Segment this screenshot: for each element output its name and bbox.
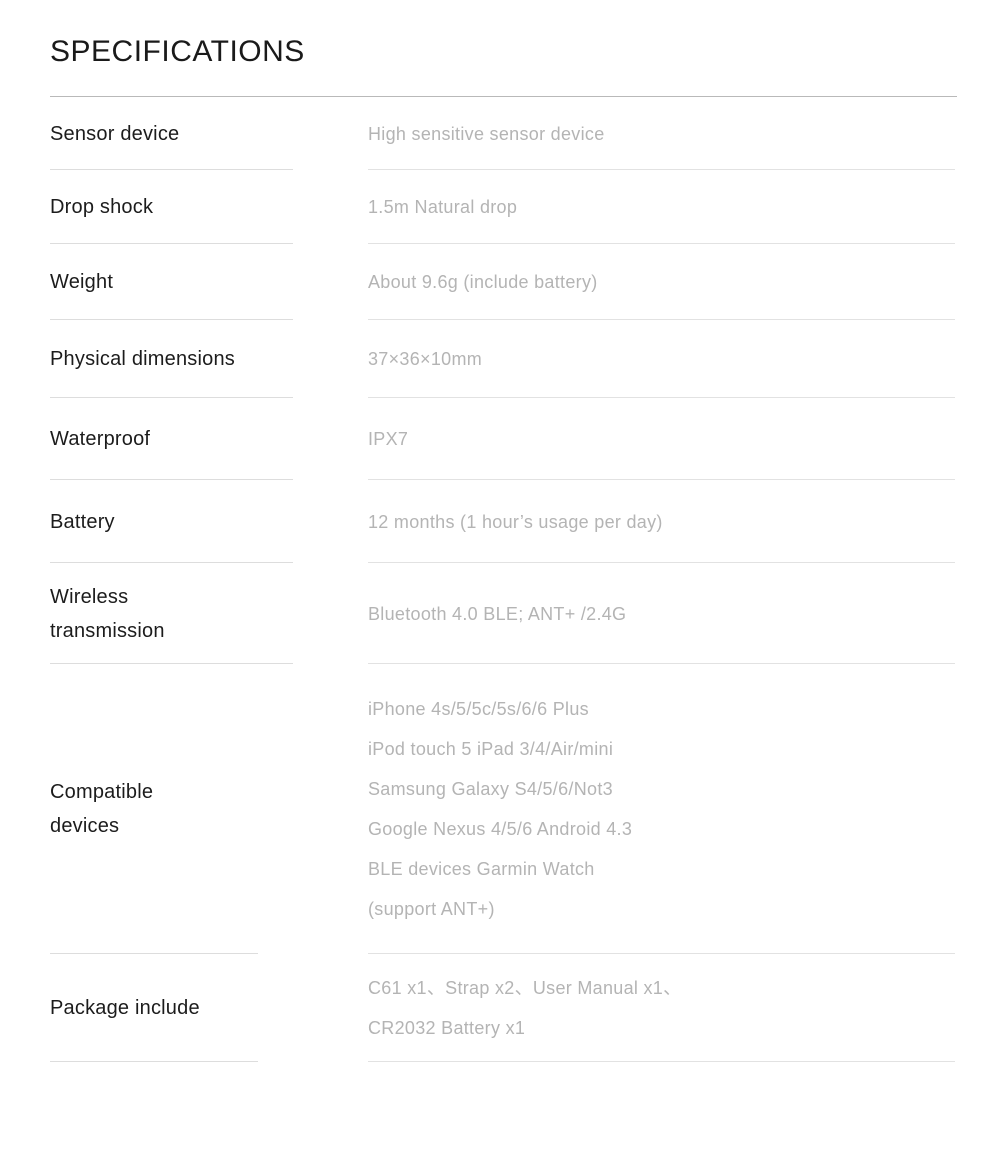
row-label-cell: Drop shock (0, 170, 368, 244)
row-value: IPX7 (368, 429, 409, 449)
row-value-cell: iPhone 4s/5/5c/5s/6/6 Plus iPod touch 5 … (368, 664, 1000, 954)
row-label: Physical dimensions (50, 348, 235, 370)
table-row: Package include C61 x1、Strap x2、User Man… (0, 954, 1000, 1062)
table-row: Physical dimensions 37×36×10mm (0, 320, 1000, 398)
row-value-cell: 37×36×10mm (368, 320, 1000, 398)
row-label-cell: Package include (0, 954, 368, 1062)
row-value-line: iPod touch 5 iPad 3/4/Air/mini (368, 739, 614, 759)
row-value: iPhone 4s/5/5c/5s/6/6 Plus iPod touch 5 … (368, 689, 632, 929)
table-row: Weight About 9.6g (include battery) (0, 244, 1000, 320)
row-label: Battery (50, 510, 115, 533)
row-label-cell: Battery (0, 480, 368, 563)
row-label: Drop shock (50, 196, 154, 218)
row-label: Weight (50, 271, 114, 293)
row-label-cell: Compatible devices (0, 664, 368, 954)
row-label-line: Compatible (50, 781, 154, 803)
row-value-line: (support ANT+) (368, 899, 495, 919)
specifications-table: Sensor device High sensitive sensor devi… (0, 97, 1000, 1062)
row-value-line: BLE devices Garmin Watch (368, 859, 595, 879)
row-label-cell: Wireless transmission (0, 563, 368, 664)
row-label: Sensor device (50, 122, 180, 145)
row-label-cell: Physical dimensions (0, 320, 368, 398)
row-label: Waterproof (50, 428, 151, 450)
row-value: High sensitive sensor device (368, 123, 605, 144)
table-row: Waterproof IPX7 (0, 398, 1000, 480)
table-row: Battery 12 months (1 hour’s usage per da… (0, 480, 1000, 563)
row-label-cell: Sensor device (0, 97, 368, 170)
row-value-line: C61 x1、Strap x2、User Manual x1、 (368, 978, 682, 998)
table-row: Compatible devices iPhone 4s/5/5c/5s/6/6… (0, 664, 1000, 954)
row-label-line: transmission (50, 619, 165, 642)
page-title: SPECIFICATIONS (50, 35, 305, 68)
row-label-cell: Waterproof (0, 398, 368, 480)
row-label: Package include (50, 997, 200, 1019)
row-value-line: iPhone 4s/5/5c/5s/6/6 Plus (368, 699, 589, 719)
table-row: Drop shock 1.5m Natural drop (0, 170, 1000, 244)
row-value-cell: C61 x1、Strap x2、User Manual x1、 CR2032 B… (368, 954, 1000, 1062)
row-value-cell: About 9.6g (include battery) (368, 244, 1000, 320)
table-row: Wireless transmission Bluetooth 4.0 BLE;… (0, 563, 1000, 664)
row-value-cell: High sensitive sensor device (368, 97, 1000, 170)
specifications-page: SPECIFICATIONS Sensor device High sensit… (0, 0, 1000, 1157)
row-value-cell: 1.5m Natural drop (368, 170, 1000, 244)
row-value: About 9.6g (include battery) (368, 272, 598, 292)
row-value-line: Samsung Galaxy S4/5/6/Not3 (368, 779, 613, 799)
row-label-cell: Weight (0, 244, 368, 320)
row-value-cell: IPX7 (368, 398, 1000, 480)
table-row: Sensor device High sensitive sensor devi… (0, 97, 1000, 170)
row-label-line: devices (50, 815, 120, 837)
row-label-line: Wireless (50, 585, 129, 608)
row-value: Bluetooth 4.0 BLE; ANT+ /2.4G (368, 603, 627, 624)
row-value-line: Google Nexus 4/5/6 Android 4.3 (368, 819, 633, 839)
row-label: Wireless transmission (50, 580, 165, 648)
row-value-cell: 12 months (1 hour’s usage per day) (368, 480, 1000, 563)
row-value-cell: Bluetooth 4.0 BLE; ANT+ /2.4G (368, 563, 1000, 664)
row-value: 12 months (1 hour’s usage per day) (368, 511, 663, 532)
row-label: Compatible devices (50, 775, 153, 843)
row-value: 1.5m Natural drop (368, 197, 518, 217)
row-value-line: CR2032 Battery x1 (368, 1018, 526, 1038)
row-value: C61 x1、Strap x2、User Manual x1、 CR2032 B… (368, 968, 681, 1048)
row-value: 37×36×10mm (368, 349, 483, 369)
